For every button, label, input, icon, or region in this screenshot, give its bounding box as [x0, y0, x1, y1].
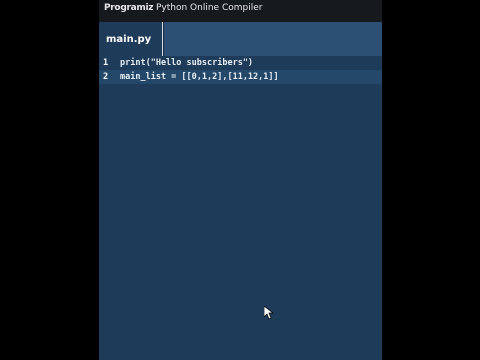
- page-title: Python Online Compiler: [156, 3, 263, 13]
- tab-label: main.py: [106, 34, 152, 45]
- code-line[interactable]: 1 print("Hello subscribers"): [99, 56, 382, 70]
- programiz-logo[interactable]: Programiz: [104, 3, 153, 13]
- code-text[interactable]: print("Hello subscribers"): [120, 58, 253, 68]
- header-bar: Programiz Python Online Compiler: [99, 0, 382, 22]
- line-number: 2: [103, 72, 109, 82]
- tab-bar: main.py: [99, 22, 382, 56]
- code-line-active[interactable]: 2 main_list = [[0,1,2],[11,12,1]]: [99, 70, 382, 84]
- tab-bar-empty-area: [163, 22, 382, 56]
- tab-main-py[interactable]: main.py: [99, 22, 162, 56]
- code-editor[interactable]: 1 print("Hello subscribers") 2 main_list…: [99, 56, 382, 360]
- compiler-window: Programiz Python Online Compiler main.py…: [99, 0, 382, 360]
- line-number: 1: [103, 58, 109, 68]
- code-text[interactable]: main_list = [[0,1,2],[11,12,1]]: [120, 72, 279, 82]
